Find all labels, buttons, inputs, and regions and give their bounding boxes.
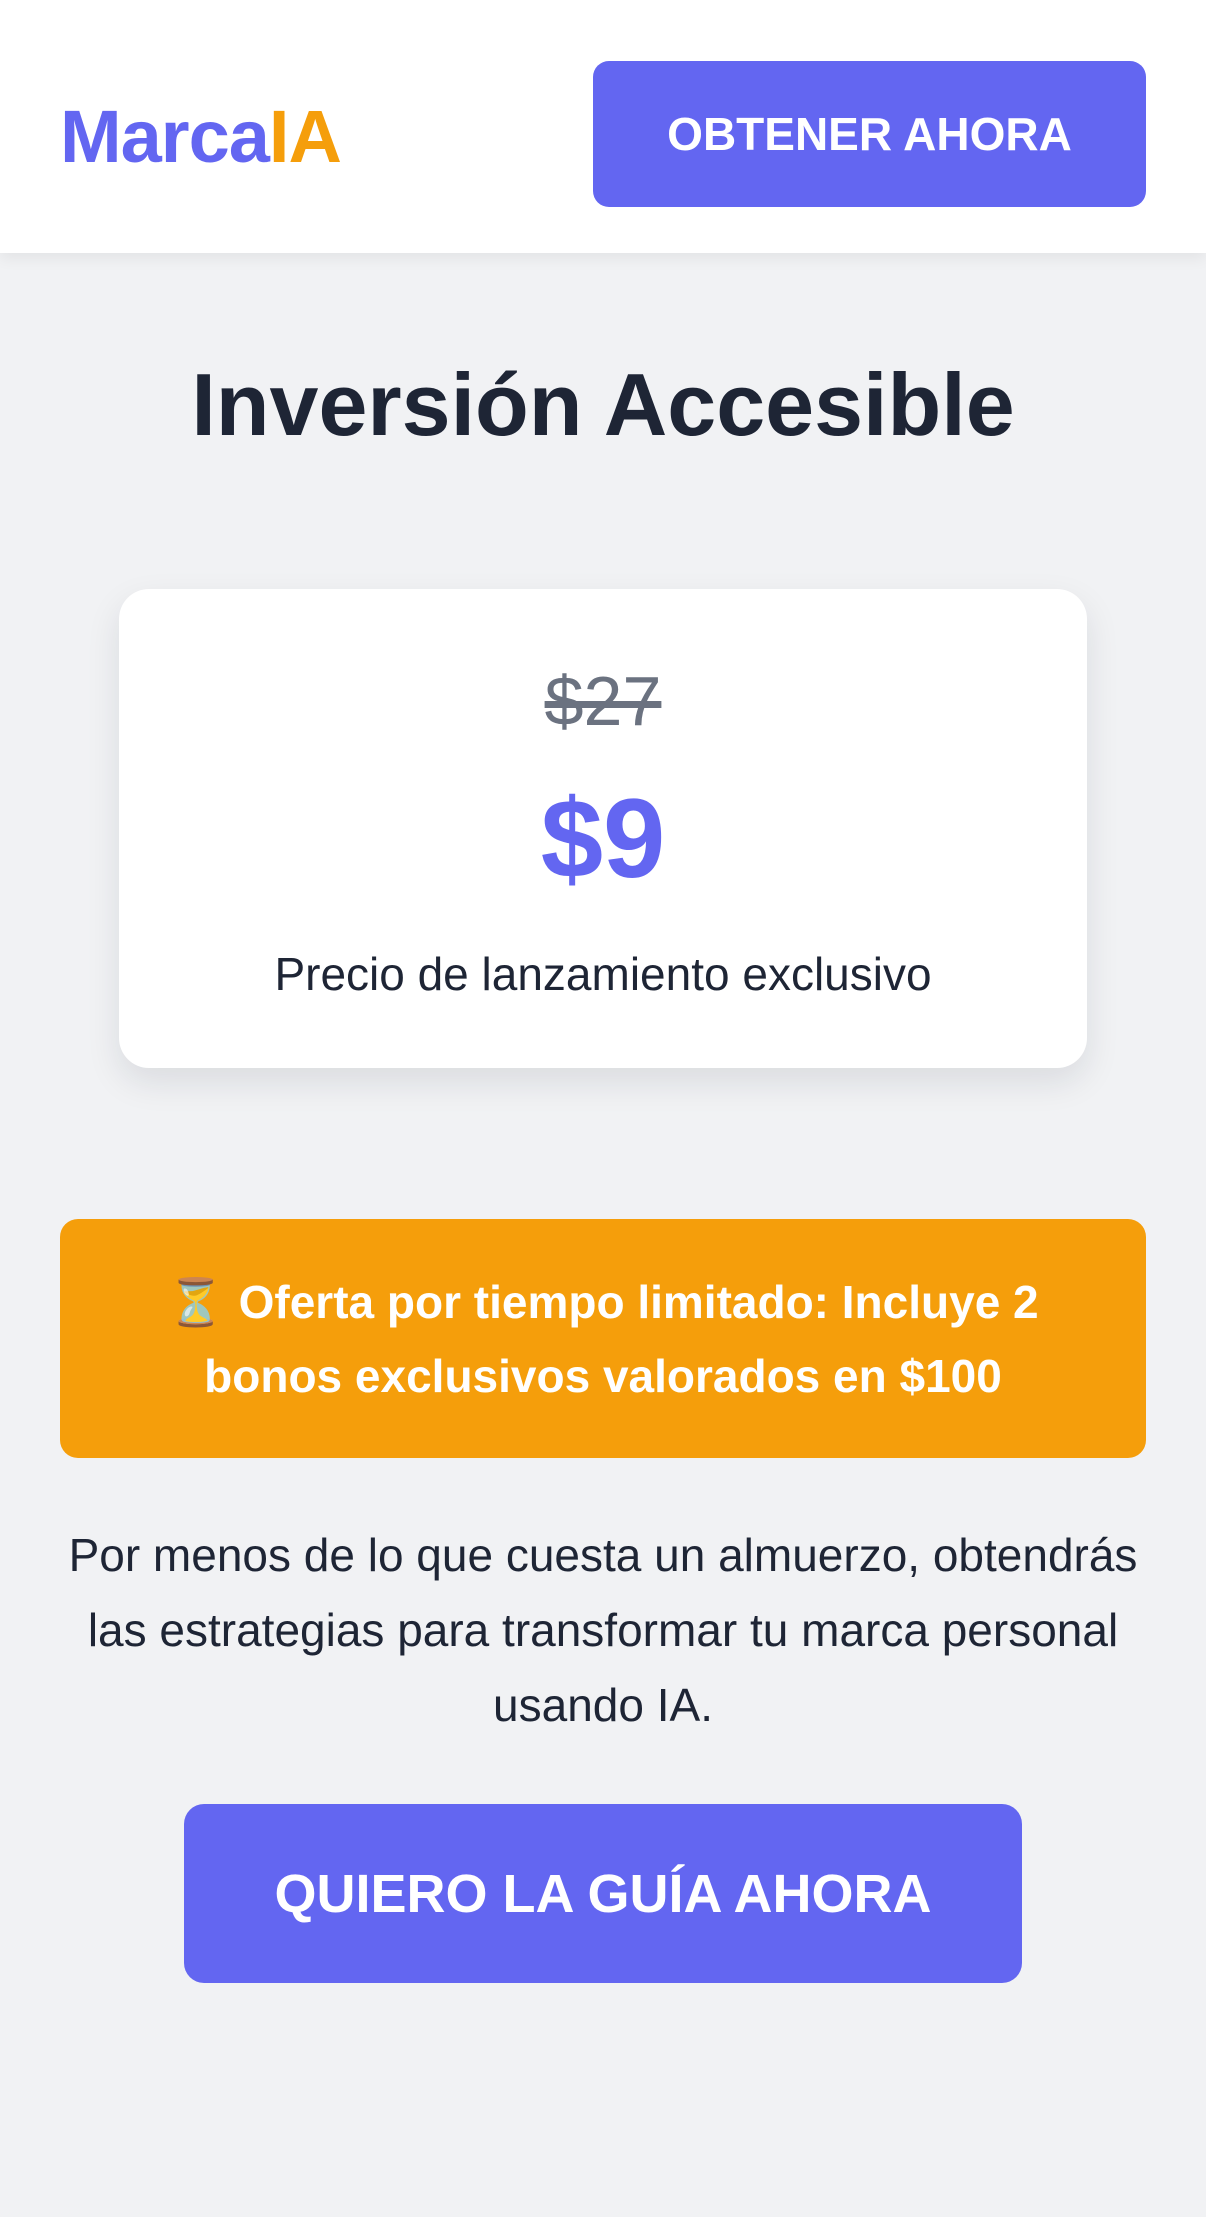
old-price: $27	[544, 662, 662, 740]
site-header: MarcaIA OBTENER AHORA	[0, 0, 1206, 253]
limited-offer-banner: ⏳ Oferta por tiempo limitado: Incluye 2 b…	[60, 1219, 1146, 1458]
price-note: Precio de lanzamiento exclusivo	[274, 948, 932, 1000]
brand-logo[interactable]: MarcaIA	[60, 92, 342, 182]
hourglass-icon: ⏳	[167, 1275, 225, 1328]
logo-text-ia: IA	[268, 95, 342, 178]
get-now-button[interactable]: OBTENER AHORA	[593, 61, 1146, 207]
get-guide-button[interactable]: QUIERO LA GUÍA AHORA	[184, 1804, 1022, 1983]
offer-text-container: ⏳ Oferta por tiempo limitado: Incluye 2 b…	[120, 1265, 1086, 1413]
logo-text-marca: Marca	[60, 95, 270, 178]
offer-text: Oferta por tiempo limitado: Incluye 2 bo…	[204, 1275, 1039, 1402]
new-price: $9	[540, 776, 666, 901]
section-title: Inversión Accesible	[191, 355, 1015, 454]
value-description: Por menos de lo que cuesta un almuerzo, …	[68, 1529, 1138, 1731]
price-card: $27 $9 Precio de lanzamiento exclusivo	[119, 589, 1087, 1068]
